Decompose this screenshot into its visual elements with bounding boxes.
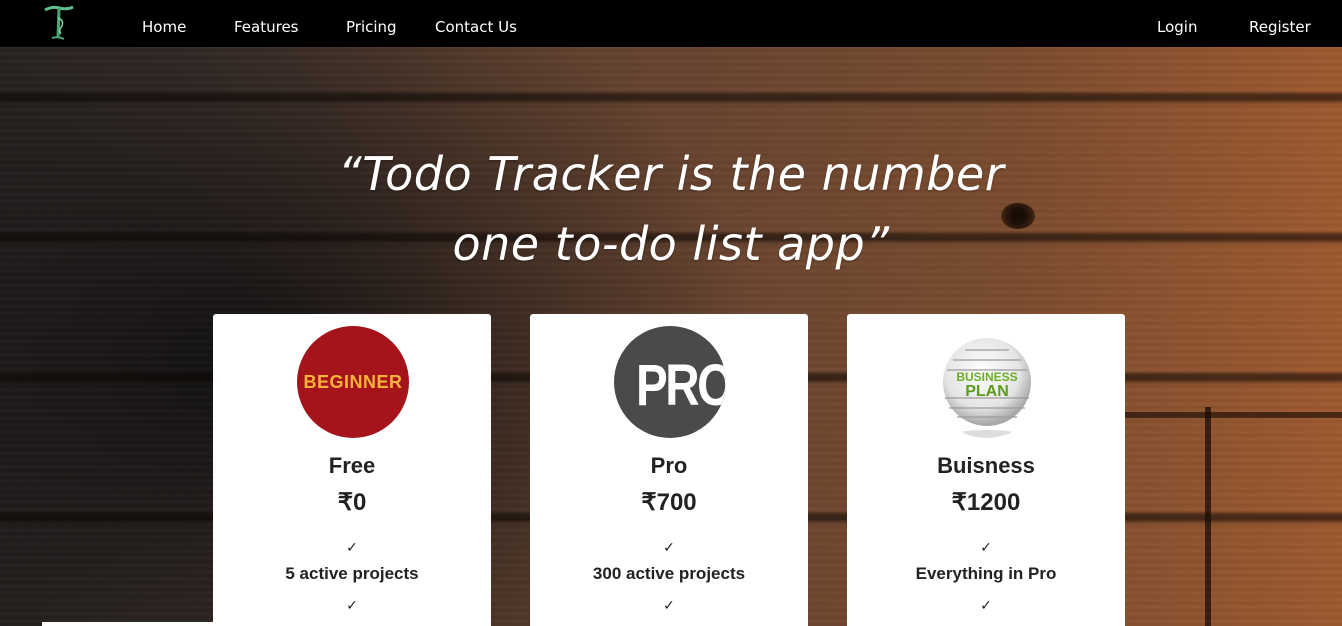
- badge-text: BEGINNER: [303, 371, 403, 392]
- bottom-scroll-strip: [42, 622, 386, 626]
- pricing-card-free: BEGINNER Free ₹0 ✓ 5 active projects ✓: [213, 314, 491, 626]
- plan-feature: Everything in Pro: [915, 564, 1057, 583]
- plan-name: Buisness: [937, 453, 1035, 478]
- checkmark-icon: ✓: [980, 540, 992, 556]
- tagline-line-2: one to-do list app”: [452, 217, 890, 271]
- wood-plank-seam: [1205, 407, 1211, 626]
- checkmark-icon: ✓: [346, 598, 358, 614]
- pricing-card-business: BUSINESS PLAN Buisness ₹1200 ✓ Everythin…: [847, 314, 1125, 626]
- todo-tracker-logo-icon[interactable]: [42, 4, 76, 42]
- business-plan-globe-icon: BUSINESS PLAN: [931, 326, 1043, 438]
- plan-feature: 5 active projects: [285, 564, 419, 583]
- plan-price: ₹1200: [951, 489, 1021, 516]
- plan-price: ₹0: [337, 489, 367, 516]
- nav-home-link[interactable]: Home: [142, 18, 186, 36]
- beginner-badge-icon: BEGINNER: [297, 326, 409, 438]
- nav-register-link[interactable]: Register: [1249, 18, 1311, 36]
- nav-contact-link[interactable]: Contact Us: [435, 18, 517, 36]
- business-plan-globe-graphic: BUSINESS PLAN: [943, 338, 1031, 438]
- plan-name: Pro: [650, 453, 688, 478]
- tagline-line-1: “Todo Tracker is the number: [337, 147, 1005, 201]
- nav-pricing-link[interactable]: Pricing: [346, 18, 397, 36]
- hero-tagline: “Todo Tracker is the number one to-do li…: [271, 139, 1071, 279]
- nav-login-link[interactable]: Login: [1157, 18, 1197, 36]
- svg-text:PLAN: PLAN: [965, 383, 1009, 400]
- checkmark-icon: ✓: [663, 598, 675, 614]
- pro-badge-icon: PRO: [614, 326, 726, 438]
- plan-price: ₹700: [641, 489, 697, 516]
- svg-text:BUSINESS: BUSINESS: [956, 370, 1017, 384]
- wood-plank-seam: [1110, 412, 1342, 418]
- nav-features-link[interactable]: Features: [234, 18, 299, 36]
- badge-text: PRO: [636, 353, 726, 418]
- checkmark-icon: ✓: [346, 540, 358, 556]
- plan-name: Free: [328, 453, 376, 478]
- checkmark-icon: ✓: [980, 598, 992, 614]
- checkmark-icon: ✓: [663, 540, 675, 556]
- plan-feature: 300 active projects: [592, 564, 746, 583]
- pricing-card-pro: PRO Pro ₹700 ✓ 300 active projects ✓: [530, 314, 808, 626]
- top-navbar: Home Features Pricing Contact Us Login R…: [0, 0, 1342, 47]
